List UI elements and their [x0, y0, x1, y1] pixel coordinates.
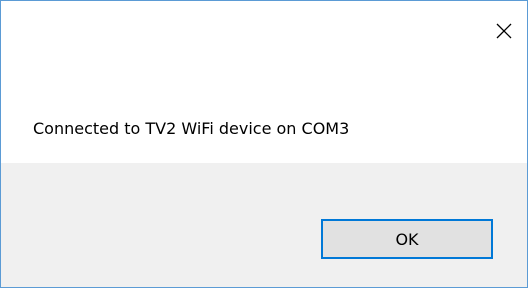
close-icon	[496, 23, 512, 39]
dialog-footer: OK	[1, 163, 527, 287]
dialog-message: Connected to TV2 WiFi device on COM3	[33, 119, 350, 138]
ok-button[interactable]: OK	[321, 219, 493, 259]
message-dialog: Connected to TV2 WiFi device on COM3 OK	[0, 0, 528, 288]
close-button[interactable]	[481, 1, 527, 61]
ok-button-label: OK	[395, 229, 419, 249]
dialog-content: Connected to TV2 WiFi device on COM3	[1, 61, 527, 163]
title-bar	[1, 1, 527, 61]
